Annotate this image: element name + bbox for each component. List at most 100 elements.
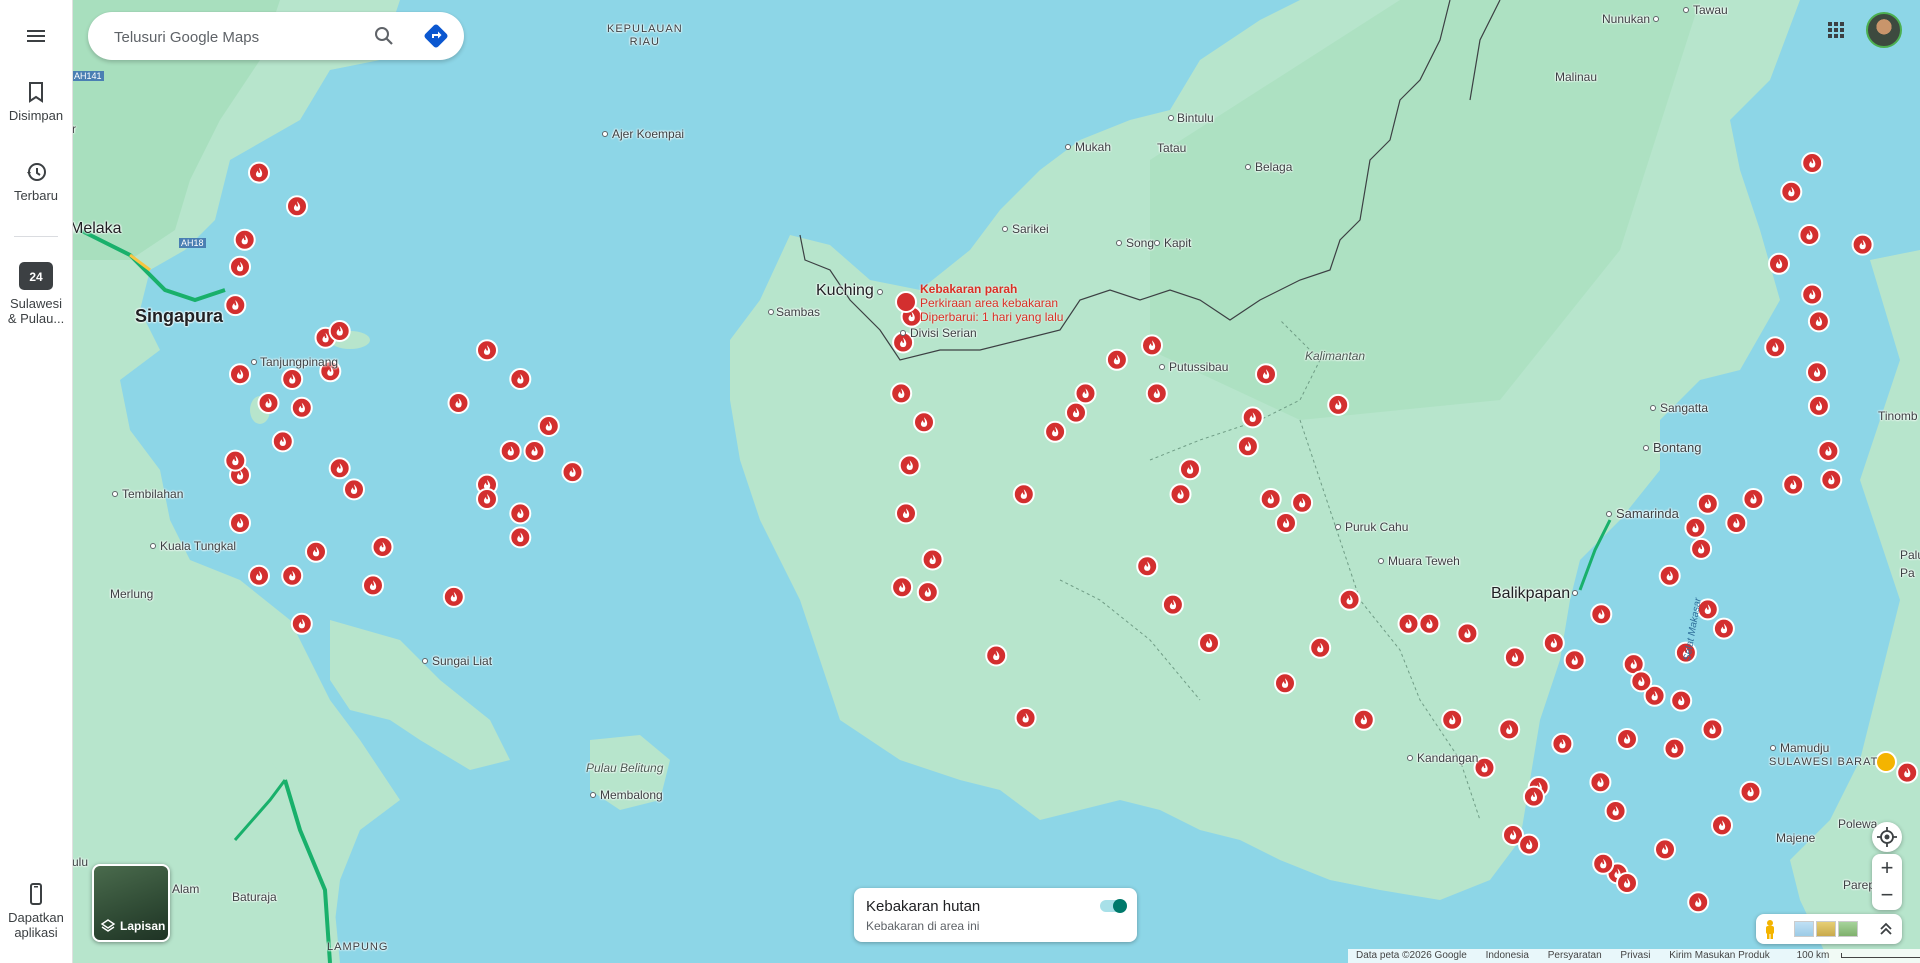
- fire-marker[interactable]: [1725, 512, 1748, 534]
- fire-marker[interactable]: [1663, 737, 1686, 760]
- fire-popup[interactable]: Kebakaran parah Perkiraan area kebakaran…: [920, 282, 1063, 324]
- fire-marker[interactable]: [1498, 718, 1521, 741]
- label-kuching[interactable]: Kuching: [816, 282, 874, 300]
- label-mukah[interactable]: Mukah: [1075, 140, 1111, 154]
- fire-marker[interactable]: [1768, 252, 1790, 275]
- fire-marker[interactable]: [1542, 632, 1565, 654]
- fire-marker[interactable]: [1807, 394, 1830, 417]
- label-putussibau[interactable]: Putussibau: [1169, 360, 1228, 374]
- layers-button[interactable]: Lapisan: [92, 864, 170, 942]
- fire-marker[interactable]: [1711, 814, 1733, 837]
- get-app-button[interactable]: Dapatkan aplikasi: [0, 882, 72, 940]
- fire-marker[interactable]: [229, 363, 251, 386]
- fire-marker[interactable]: [1801, 283, 1824, 306]
- label-sungai-liat[interactable]: Sungai Liat: [432, 654, 492, 668]
- fire-marker[interactable]: [1604, 800, 1627, 822]
- fire-marker[interactable]: [248, 564, 270, 587]
- footer-privacy[interactable]: Privasi: [1620, 950, 1650, 961]
- label-sarikei[interactable]: Sarikei: [1012, 222, 1049, 236]
- fire-marker[interactable]: [1105, 348, 1128, 371]
- fire-marker[interactable]: [281, 368, 304, 390]
- fire-marker[interactable]: [1654, 838, 1676, 861]
- fire-marker[interactable]: [328, 457, 351, 480]
- fire-marker[interactable]: [442, 585, 465, 608]
- fire-marker[interactable]: [1687, 891, 1710, 914]
- expand-button[interactable]: [1876, 919, 1896, 939]
- fire-marker[interactable]: [1742, 488, 1765, 510]
- fire-marker[interactable]: [1397, 612, 1420, 635]
- label-balikpapan[interactable]: Balikpapan: [1491, 585, 1570, 603]
- fire-marker[interactable]: [1141, 334, 1163, 357]
- fire-marker[interactable]: [1820, 468, 1843, 491]
- fire-marker[interactable]: [1590, 603, 1613, 626]
- fire-marker[interactable]: [1236, 435, 1259, 458]
- label-tanjungpinang[interactable]: Tanjungpinang: [260, 355, 338, 369]
- label-malinau[interactable]: Malinau: [1555, 70, 1597, 84]
- fire-marker[interactable]: [1198, 632, 1220, 654]
- directions-button[interactable]: [422, 22, 450, 50]
- fire-marker[interactable]: [1817, 440, 1840, 462]
- fire-marker[interactable]: [1563, 649, 1586, 672]
- fire-marker[interactable]: [290, 612, 313, 635]
- footer-feedback[interactable]: Kirim Masukan Produk: [1669, 950, 1770, 961]
- fire-marker[interactable]: [1701, 718, 1724, 741]
- fire-marker[interactable]: [1274, 672, 1296, 695]
- label-samarinda[interactable]: Samarinda: [1616, 506, 1679, 521]
- label-palu[interactable]: Palu: [1900, 548, 1920, 562]
- label-sangatta[interactable]: Sangatta: [1660, 401, 1708, 415]
- fire-marker[interactable]: [1161, 593, 1184, 616]
- footer-terms[interactable]: Persyaratan: [1548, 950, 1602, 961]
- fire-marker[interactable]: [898, 454, 921, 477]
- fire-marker[interactable]: [1684, 516, 1707, 539]
- fire-marker[interactable]: [1806, 361, 1828, 384]
- label-tembilahan[interactable]: Tembilahan: [122, 487, 183, 501]
- zoom-in-button[interactable]: +: [1872, 854, 1902, 882]
- label-baturaja[interactable]: Baturaja: [232, 890, 277, 904]
- fire-marker[interactable]: [1169, 483, 1192, 506]
- fire-marker[interactable]: [916, 581, 939, 604]
- label-belaga[interactable]: Belaga: [1255, 160, 1292, 174]
- fire-marker[interactable]: [1764, 336, 1787, 359]
- fire-marker[interactable]: [1259, 488, 1282, 510]
- footer-scale[interactable]: 100 km: [1789, 950, 1920, 961]
- fire-marker[interactable]: [913, 411, 935, 434]
- fire-marker[interactable]: [523, 440, 546, 462]
- fire-marker[interactable]: [224, 449, 247, 472]
- fire-marker[interactable]: [1522, 785, 1545, 808]
- label-melaka[interactable]: Melaka: [70, 220, 122, 238]
- fire-marker[interactable]: [290, 396, 313, 419]
- fire-marker[interactable]: [1896, 761, 1919, 784]
- fire-marker[interactable]: [499, 440, 522, 462]
- saved-button[interactable]: Disimpan: [0, 80, 72, 123]
- fire-marker[interactable]: [447, 392, 470, 414]
- fire-marker[interactable]: [305, 540, 327, 563]
- fire-marker[interactable]: [476, 488, 498, 510]
- label-kandangan[interactable]: Kandangan: [1417, 751, 1478, 765]
- apps-button[interactable]: [1824, 18, 1848, 42]
- fire-marker[interactable]: [1291, 491, 1314, 514]
- fire-marker[interactable]: [1014, 706, 1037, 729]
- search-input[interactable]: [112, 24, 356, 50]
- fire-marker[interactable]: [1658, 564, 1681, 587]
- fire-marker[interactable]: [1065, 401, 1087, 424]
- fire-marker[interactable]: [1616, 872, 1638, 894]
- fire-marker[interactable]: [1616, 728, 1638, 750]
- fire-marker[interactable]: [921, 548, 944, 571]
- fire-marker[interactable]: [233, 228, 256, 251]
- starred-place-marker[interactable]: [1875, 751, 1897, 773]
- account-avatar[interactable]: [1866, 12, 1902, 48]
- fire-marker[interactable]: [509, 526, 532, 549]
- severe-fire-marker[interactable]: [895, 291, 917, 313]
- fire-marker[interactable]: [1690, 537, 1713, 560]
- fire-marker[interactable]: [1798, 224, 1821, 246]
- my-location-button[interactable]: [1872, 822, 1902, 852]
- fire-marker[interactable]: [343, 478, 365, 501]
- imagery-thumb-2[interactable]: [1816, 921, 1836, 937]
- fire-marker[interactable]: [1338, 588, 1361, 611]
- fire-marker[interactable]: [1441, 708, 1464, 731]
- label-nunukan[interactable]: Nunukan: [1602, 12, 1650, 26]
- fire-marker[interactable]: [229, 255, 251, 278]
- menu-button[interactable]: [0, 24, 72, 52]
- imagery-thumb-1[interactable]: [1794, 921, 1814, 937]
- fire-marker[interactable]: [1456, 622, 1479, 645]
